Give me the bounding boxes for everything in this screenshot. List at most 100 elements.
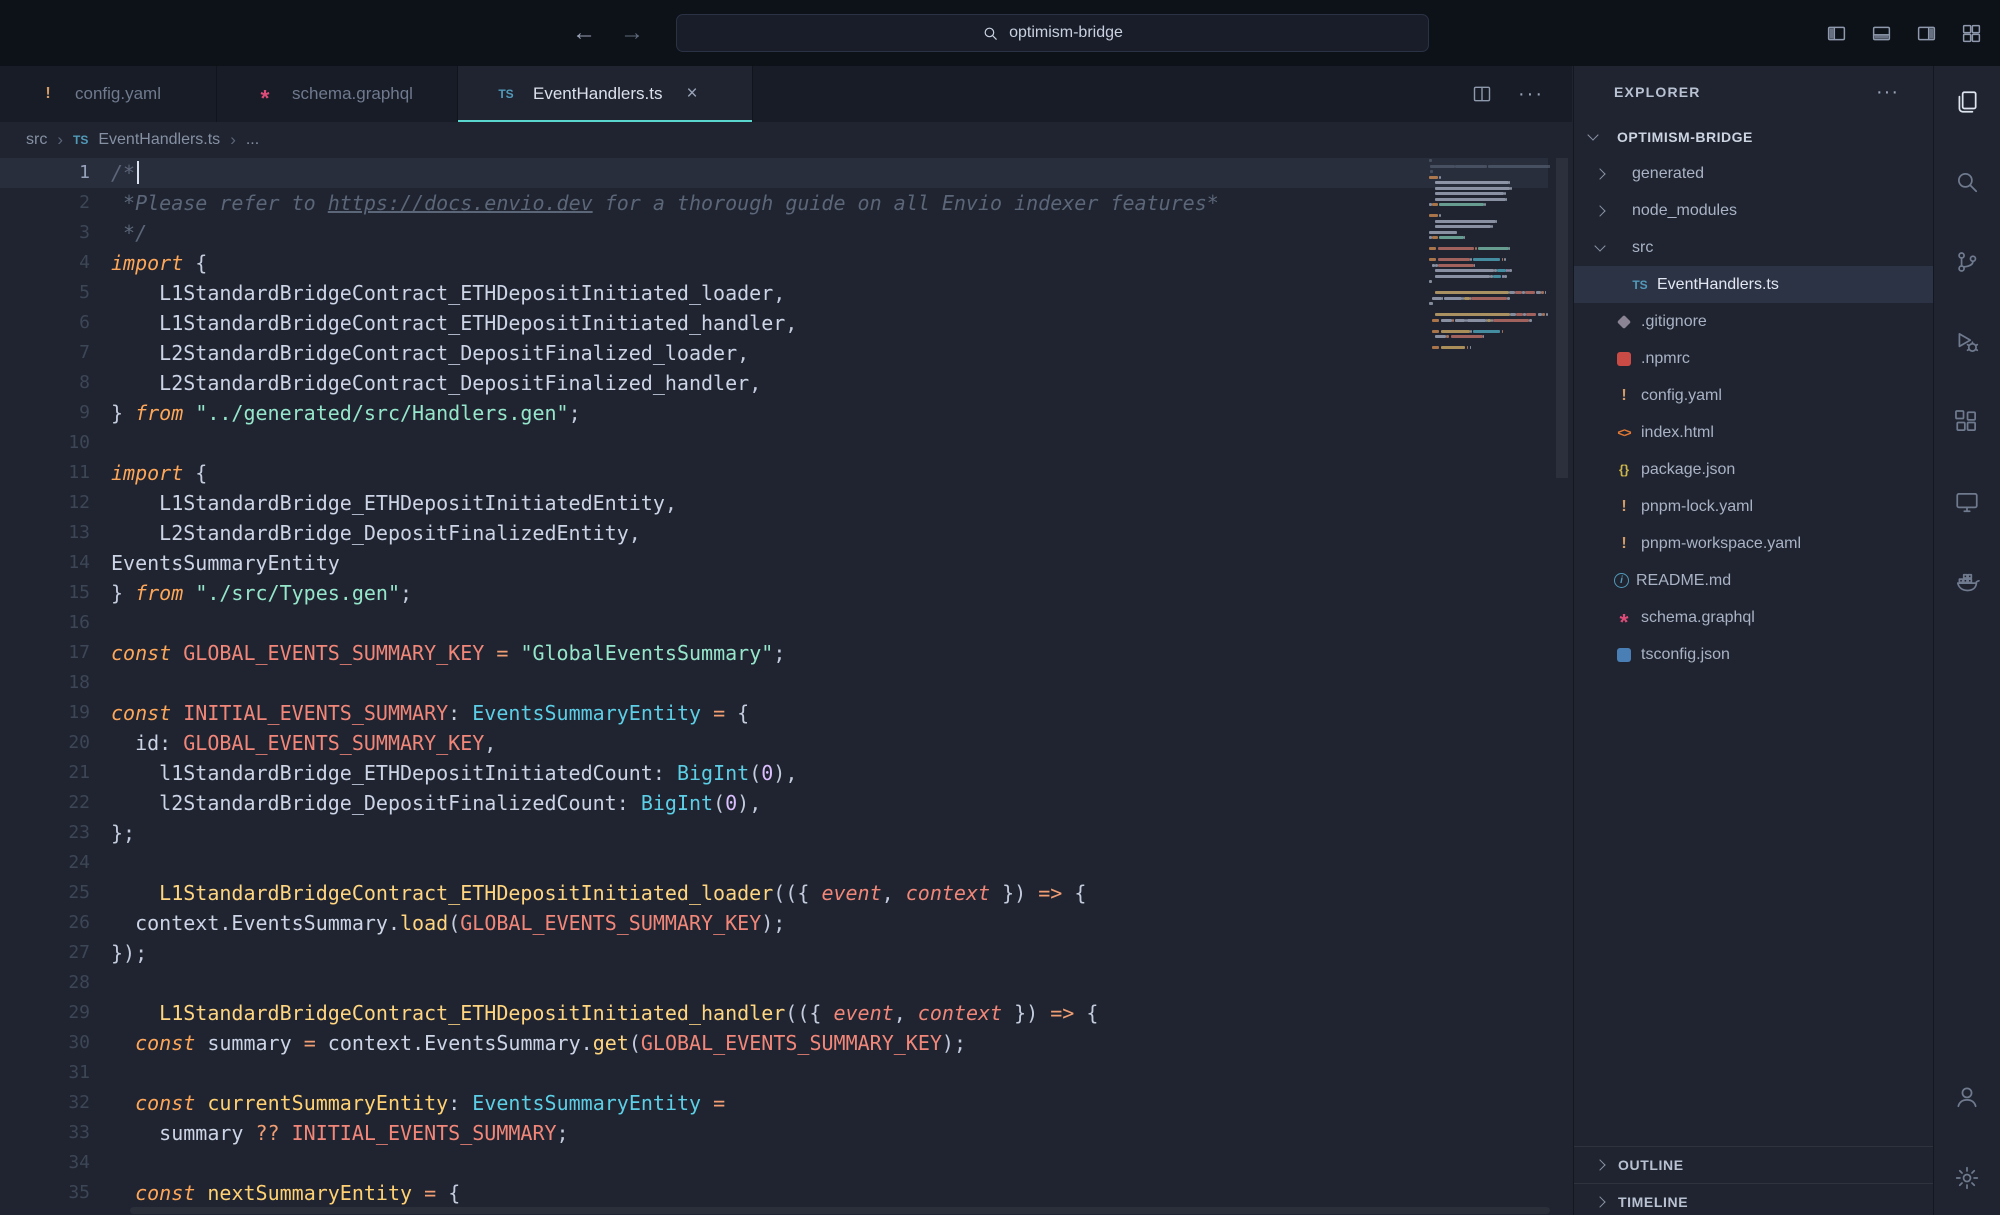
editor-more-actions-icon[interactable]: ··· <box>1518 83 1544 106</box>
code-line[interactable]: L1StandardBridgeContract_ETHDepositIniti… <box>111 308 1219 338</box>
file-pnpm-lock.yaml[interactable]: !pnpm-lock.yaml <box>1574 488 1933 525</box>
code-line[interactable] <box>111 1058 1219 1088</box>
line-number[interactable]: 31 <box>0 1058 90 1088</box>
line-number[interactable]: 14 <box>0 548 90 578</box>
run-and-debug-icon[interactable] <box>1954 329 1980 355</box>
line-number[interactable]: 9 <box>0 398 90 428</box>
file-README.md[interactable]: iREADME.md <box>1574 562 1933 599</box>
code-line[interactable]: L1StandardBridgeContract_ETHDepositIniti… <box>111 878 1219 908</box>
code-line[interactable]: L2StandardBridgeContract_DepositFinalize… <box>111 338 1219 368</box>
file-pnpm-workspace.yaml[interactable]: !pnpm-workspace.yaml <box>1574 525 1933 562</box>
code-line[interactable]: L1StandardBridgeContract_ETHDepositIniti… <box>111 998 1219 1028</box>
folder-generated[interactable]: generated <box>1574 155 1933 192</box>
line-number[interactable]: 33 <box>0 1118 90 1148</box>
line-number[interactable]: 10 <box>0 428 90 458</box>
code-line[interactable]: context.EventsSummary.load(GLOBAL_EVENTS… <box>111 908 1219 938</box>
breadcrumb-src[interactable]: src <box>26 131 47 149</box>
explorer-icon[interactable] <box>1954 89 1980 115</box>
remote-explorer-icon[interactable] <box>1954 489 1980 515</box>
code-line[interactable]: const nextSummaryEntity = { <box>111 1178 1219 1208</box>
breadcrumb-file[interactable]: EventHandlers.ts <box>98 131 220 149</box>
file-EventHandlers.ts[interactable]: TSEventHandlers.ts <box>1574 266 1933 303</box>
line-number[interactable]: 30 <box>0 1028 90 1058</box>
line-number[interactable]: 29 <box>0 998 90 1028</box>
line-number[interactable]: 22 <box>0 788 90 818</box>
customize-layout-icon[interactable] <box>1961 23 1982 44</box>
breadcrumb-more[interactable]: ... <box>246 131 259 149</box>
code-line[interactable] <box>111 848 1219 878</box>
tab-config.yaml[interactable]: !config.yaml <box>0 66 217 122</box>
command-center-search[interactable]: optimism-bridge <box>676 14 1429 52</box>
line-number[interactable]: 35 <box>0 1178 90 1208</box>
code-line[interactable]: /* <box>111 158 1219 188</box>
forward-icon[interactable]: → <box>620 19 644 47</box>
line-number[interactable]: 16 <box>0 608 90 638</box>
accounts-icon[interactable] <box>1954 1084 1980 1110</box>
line-number[interactable]: 25 <box>0 878 90 908</box>
docker-icon[interactable] <box>1954 569 1980 595</box>
line-number[interactable]: 21 <box>0 758 90 788</box>
code-line[interactable]: } from "../generated/src/Handlers.gen"; <box>111 398 1219 428</box>
file-.npmrc[interactable]: .npmrc <box>1574 340 1933 377</box>
line-number[interactable]: 1 <box>0 158 90 188</box>
explorer-more-actions-icon[interactable]: ··· <box>1876 81 1899 104</box>
code-line[interactable]: summary ?? INITIAL_EVENTS_SUMMARY; <box>111 1118 1219 1148</box>
minimap[interactable] <box>1429 158 1550 1215</box>
code-line[interactable]: import { <box>111 248 1219 278</box>
code-line[interactable]: id: GLOBAL_EVENTS_SUMMARY_KEY, <box>111 728 1219 758</box>
code-line[interactable]: *Please refer to https://docs.envio.dev … <box>111 188 1219 218</box>
code-line[interactable]: } from "./src/Types.gen"; <box>111 578 1219 608</box>
line-number[interactable]: 11 <box>0 458 90 488</box>
code-line[interactable] <box>111 668 1219 698</box>
file-tsconfig.json[interactable]: tsconfig.json <box>1574 636 1933 673</box>
file-package.json[interactable]: {}package.json <box>1574 451 1933 488</box>
code-line[interactable] <box>111 608 1219 638</box>
toggle-secondary-sidebar-icon[interactable] <box>1916 23 1937 44</box>
code-line[interactable]: L2StandardBridge_DepositFinalizedEntity, <box>111 518 1219 548</box>
toggle-primary-sidebar-icon[interactable] <box>1826 23 1847 44</box>
line-number[interactable]: 28 <box>0 968 90 998</box>
code-line[interactable]: }; <box>111 818 1219 848</box>
file-config.yaml[interactable]: !config.yaml <box>1574 377 1933 414</box>
extensions-icon[interactable] <box>1954 409 1980 435</box>
code-line[interactable] <box>111 968 1219 998</box>
code-line[interactable]: const INITIAL_EVENTS_SUMMARY: EventsSumm… <box>111 698 1219 728</box>
line-number[interactable]: 32 <box>0 1088 90 1118</box>
code-line[interactable]: l2StandardBridge_DepositFinalizedCount: … <box>111 788 1219 818</box>
code-line[interactable]: L1StandardBridge_ETHDepositInitiatedEnti… <box>111 488 1219 518</box>
timeline-section-header[interactable]: TIMELINE <box>1574 1183 1933 1215</box>
tab-EventHandlers.ts[interactable]: TSEventHandlers.ts× <box>458 66 753 122</box>
line-number[interactable]: 23 <box>0 818 90 848</box>
line-number[interactable]: 20 <box>0 728 90 758</box>
line-number[interactable]: 17 <box>0 638 90 668</box>
line-number[interactable]: 34 <box>0 1148 90 1178</box>
line-number[interactable]: 27 <box>0 938 90 968</box>
line-number[interactable]: 8 <box>0 368 90 398</box>
line-number[interactable]: 24 <box>0 848 90 878</box>
tab-schema.graphql[interactable]: *schema.graphql <box>217 66 458 122</box>
line-number[interactable]: 5 <box>0 278 90 308</box>
code-line[interactable]: */ <box>111 218 1219 248</box>
line-number[interactable]: 18 <box>0 668 90 698</box>
line-number[interactable]: 3 <box>0 218 90 248</box>
outline-section-header[interactable]: OUTLINE <box>1574 1146 1933 1183</box>
horizontal-scrollbar[interactable] <box>130 1207 1550 1214</box>
line-number[interactable]: 12 <box>0 488 90 518</box>
folder-src[interactable]: src <box>1574 229 1933 266</box>
line-number[interactable]: 13 <box>0 518 90 548</box>
code-line[interactable]: L2StandardBridgeContract_DepositFinalize… <box>111 368 1219 398</box>
line-number[interactable]: 4 <box>0 248 90 278</box>
line-number[interactable]: 6 <box>0 308 90 338</box>
line-number[interactable]: 19 <box>0 698 90 728</box>
code-line[interactable] <box>111 428 1219 458</box>
line-number[interactable]: 26 <box>0 908 90 938</box>
back-icon[interactable]: ← <box>572 19 596 47</box>
folder-node_modules[interactable]: node_modules <box>1574 192 1933 229</box>
code-line[interactable]: }); <box>111 938 1219 968</box>
line-number[interactable]: 7 <box>0 338 90 368</box>
code-editor[interactable]: 1234567891011121314151617181920212223242… <box>0 158 1572 1215</box>
code-line[interactable]: const GLOBAL_EVENTS_SUMMARY_KEY = "Globa… <box>111 638 1219 668</box>
line-number[interactable]: 2 <box>0 188 90 218</box>
code-line[interactable]: import { <box>111 458 1219 488</box>
close-tab-icon[interactable]: × <box>686 83 697 105</box>
